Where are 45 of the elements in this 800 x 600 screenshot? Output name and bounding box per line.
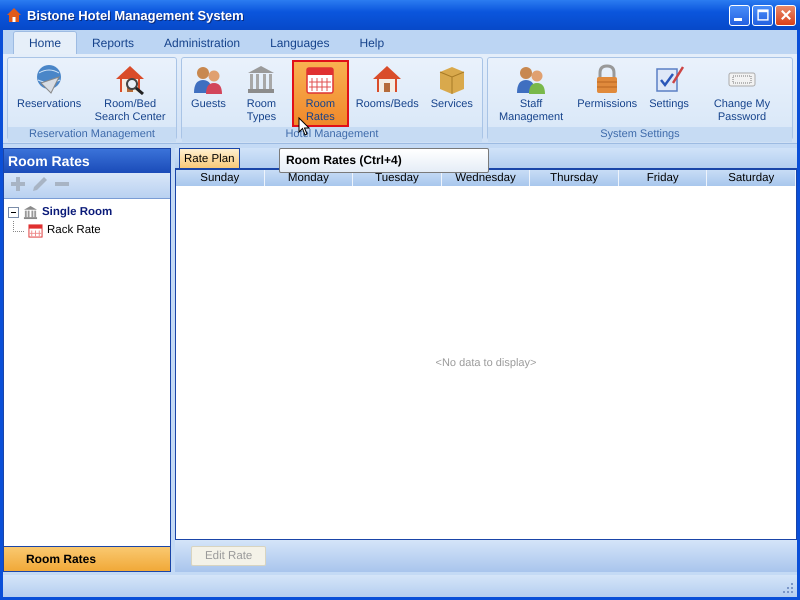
house-icon [371,63,404,95]
ribbon-tab[interactable]: Administration [149,32,256,54]
maximize-button[interactable] [752,4,773,26]
window-title: Bistone Hotel Management System [27,8,245,22]
maximize-icon [756,8,770,22]
ribbon-button[interactable]: Staff Management [492,60,570,127]
navigation-button[interactable]: Room Rates [4,546,170,571]
ribbon-button[interactable]: Guests [186,60,231,127]
ribbon-button[interactable]: Settings [644,60,694,127]
house-magnifier-icon [114,63,146,95]
ribbon-button[interactable]: Rooms/Beds [350,60,424,127]
ribbon-button[interactable]: Change My Password [696,60,788,127]
collapse-toggle[interactable] [8,206,19,218]
close-button[interactable] [775,4,796,26]
ribbon-button[interactable]: Room Types [232,60,290,127]
group-label: Reservation Management [8,127,176,142]
content-tab[interactable]: Rate Plan [179,148,240,168]
building-icon [23,204,38,220]
minimize-icon [734,18,742,20]
ribbon-tab[interactable]: Reports [77,32,150,54]
tree-item[interactable]: Single Room [42,206,112,218]
ribbon-button[interactable]: Services [426,60,478,127]
plus-icon [10,176,26,192]
ribbon-tab[interactable]: Help [344,32,400,54]
panel-title: Room Rates [4,149,170,173]
house-icon [6,7,22,23]
ribbon-button[interactable]: Room/Bed Search Center [88,60,172,127]
calendar-icon [28,222,43,238]
column-header[interactable]: Friday [618,170,708,186]
tooltip: Room Rates (Ctrl+4) [279,148,489,173]
ribbon-tab[interactable]: Languages [255,32,344,54]
ribbon-button[interactable]: Permissions [572,60,642,127]
ribbon-tab[interactable]: Home [13,31,78,54]
ribbon-button[interactable]: Reservations [12,60,86,127]
pencil-icon [32,176,48,192]
close-icon [778,8,792,22]
column-header[interactable]: Sunday [176,170,265,186]
group-label: System Settings [488,127,792,142]
column-header[interactable]: Saturday [707,170,796,186]
tree-item[interactable]: Rack Rate [47,224,101,236]
ribbon-button[interactable]: Room Rates [292,60,349,127]
empty-message: <No data to display> [436,356,536,368]
column-header[interactable]: Thursday [530,170,619,186]
minimize-button[interactable] [729,4,750,26]
resize-grip-icon [782,582,794,594]
